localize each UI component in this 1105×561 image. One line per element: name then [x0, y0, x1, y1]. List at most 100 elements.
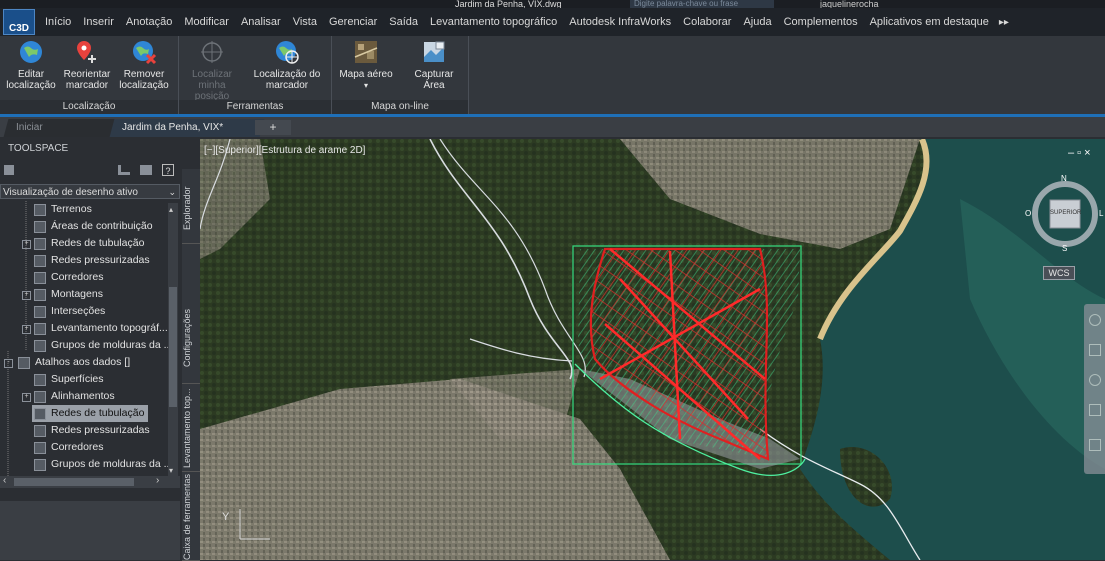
- app-logo[interactable]: C3D: [3, 9, 35, 35]
- navigation-bar[interactable]: [1084, 304, 1105, 474]
- showmotion-icon[interactable]: [1089, 439, 1101, 451]
- reorientar-marcador-button[interactable]: Reorientar marcador: [62, 38, 112, 91]
- tree-item[interactable]: Terrenos: [32, 201, 96, 218]
- menu-bar: C3D Início Inserir Anotação Modificar An…: [0, 8, 1105, 36]
- tree-item-label: Grupos de molduras da ...: [51, 458, 173, 470]
- toolspace-options-icon[interactable]: [4, 165, 14, 175]
- tab-configuracoes[interactable]: Configurações: [182, 293, 200, 384]
- viewcube[interactable]: SUPERIOR N S L O: [1025, 174, 1105, 254]
- ribbon-group-label: Ferramentas: [179, 100, 331, 114]
- tree-item[interactable]: Corredores: [32, 269, 108, 286]
- tab-caixa-de-ferramentas[interactable]: Caixa de ferramentas: [182, 473, 200, 561]
- tree-item[interactable]: Corredores: [32, 439, 108, 456]
- tree-vertical-scrollbar[interactable]: ▴ ▾: [168, 203, 178, 477]
- ribbon: Editar localização Reorientar marcador R…: [0, 36, 1105, 117]
- tree-node-icon: [34, 339, 46, 352]
- tree-item[interactable]: Redes de tubulação: [32, 235, 148, 252]
- zoom-icon[interactable]: [1089, 374, 1101, 386]
- add-tab-button[interactable]: +: [255, 120, 291, 135]
- tree-item[interactable]: Áreas de contribuição: [32, 218, 157, 235]
- menu-complementos[interactable]: Complementos: [784, 16, 858, 28]
- localizar-minha-posicao-button[interactable]: Localizar minha posição: [181, 38, 243, 102]
- tree-item[interactable]: Alinhamentos: [32, 388, 119, 405]
- tree-node-icon: [34, 390, 46, 403]
- tree-horizontal-scrollbar[interactable]: ‹ ›: [0, 475, 180, 488]
- menu-anotacao[interactable]: Anotação: [126, 16, 172, 28]
- expand-icon[interactable]: +: [22, 240, 31, 249]
- menu-gerenciar[interactable]: Gerenciar: [329, 16, 377, 28]
- expand-icon[interactable]: +: [22, 393, 31, 402]
- tree-item[interactable]: Interseções: [32, 303, 109, 320]
- tree-item[interactable]: Grupos de molduras da ...: [32, 456, 176, 473]
- tab-iniciar[interactable]: Iniciar: [3, 119, 124, 137]
- tree-item-label: Superfícies: [51, 373, 104, 385]
- expand-icon[interactable]: +: [22, 325, 31, 334]
- localizacao-do-marcador-button[interactable]: Localização do marcador: [247, 38, 327, 91]
- tree-item[interactable]: Montagens: [32, 286, 107, 303]
- menu-vista[interactable]: Vista: [293, 16, 317, 28]
- menu-saida[interactable]: Saída: [389, 16, 418, 28]
- tree-item-label: Levantamento topográf...: [51, 322, 168, 334]
- ribbon-group-mapa-online: Mapa aéreo ▾ Capturar Área Mapa on-line: [332, 36, 469, 114]
- help-icon[interactable]: ?: [162, 164, 174, 176]
- document-tabs: Iniciar Jardim da Penha, VIX* +: [0, 117, 1105, 137]
- ribbon-group-label: Localização: [0, 100, 178, 114]
- tree-item[interactable]: Levantamento topográf...: [32, 320, 172, 337]
- menu-inserir[interactable]: Inserir: [83, 16, 114, 28]
- collapse-icon[interactable]: -: [4, 359, 13, 368]
- tab-jardim-da-penha[interactable]: Jardim da Penha, VIX*: [109, 119, 265, 137]
- chevron-down-icon: ⌄: [168, 187, 176, 197]
- steering-wheel-icon[interactable]: [1089, 314, 1101, 326]
- tree-view-icon[interactable]: [118, 165, 130, 175]
- toolspace-side-tabs: Explorador Configurações Levantamento to…: [182, 169, 200, 561]
- tab-explorador[interactable]: Explorador: [182, 173, 200, 244]
- tree-item[interactable]: Atalhos aos dados []: [16, 354, 134, 371]
- tree-node-icon: [34, 237, 46, 250]
- tab-levantamento[interactable]: Levantamento top...: [182, 385, 200, 472]
- menu-ajuda[interactable]: Ajuda: [743, 16, 771, 28]
- tree-item-label: Redes de tubulação: [51, 237, 145, 249]
- globe-remove-icon: [130, 38, 158, 66]
- remover-localizacao-button[interactable]: Remover localização: [116, 38, 172, 91]
- viewport-window-controls[interactable]: – ▫ ×: [1068, 147, 1091, 159]
- menu-modificar[interactable]: Modificar: [184, 16, 229, 28]
- orbit-icon[interactable]: [1089, 404, 1101, 416]
- editar-localizacao-button[interactable]: Editar localização: [6, 38, 56, 91]
- scroll-down-icon[interactable]: ▾: [169, 466, 173, 475]
- pan-icon[interactable]: [1089, 344, 1101, 356]
- dropdown-arrow-icon: ▾: [363, 81, 368, 90]
- list-view-icon[interactable]: [140, 165, 152, 175]
- menu-infraworks[interactable]: Autodesk InfraWorks: [569, 16, 671, 28]
- menu-inicio[interactable]: Início: [45, 16, 71, 28]
- tree-item[interactable]: Redes pressurizadas: [32, 422, 154, 439]
- viewport-controls-label[interactable]: [−][Superior][Estrutura de arame 2D]: [204, 145, 365, 156]
- marker-reorient-icon: [73, 38, 101, 66]
- scrollbar-thumb[interactable]: [169, 287, 177, 407]
- menu-colaborar[interactable]: Colaborar: [683, 16, 731, 28]
- drawing-view-dropdown[interactable]: Visualização de desenho ativo ⌄: [0, 184, 180, 199]
- wcs-menu[interactable]: WCS: [1043, 266, 1075, 280]
- compass-south: S: [1062, 244, 1068, 253]
- scroll-left-icon[interactable]: ‹: [3, 475, 6, 486]
- toolspace-detail-pane: [0, 501, 180, 560]
- compass-west: O: [1025, 209, 1032, 218]
- menu-aplicativos[interactable]: Aplicativos em destaque: [870, 16, 989, 28]
- capture-area-icon: [420, 38, 448, 66]
- search-input[interactable]: Digite palavra-chave ou frase: [630, 0, 774, 8]
- tree-item[interactable]: Redes pressurizadas: [32, 252, 154, 269]
- tree-item[interactable]: Redes de tubulação: [32, 405, 149, 422]
- drawing-viewport[interactable]: [−][Superior][Estrutura de arame 2D] Y –…: [200, 139, 1105, 560]
- tree-item[interactable]: Grupos de molduras da ...: [32, 337, 176, 354]
- scroll-right-icon[interactable]: ›: [156, 475, 159, 486]
- menu-analisar[interactable]: Analisar: [241, 16, 281, 28]
- scrollbar-thumb[interactable]: [14, 478, 134, 486]
- scroll-up-icon[interactable]: ▴: [169, 205, 173, 214]
- tree-item[interactable]: Superfícies: [32, 371, 108, 388]
- viewcube-face[interactable]: SUPERIOR: [1050, 210, 1081, 216]
- expand-icon[interactable]: +: [22, 291, 31, 300]
- tree-node-icon: [18, 356, 30, 369]
- capturar-area-button[interactable]: Capturar Área: [404, 38, 464, 91]
- menu-more-icon[interactable]: ▸▸: [999, 17, 1009, 28]
- menu-levantamento[interactable]: Levantamento topográfico: [430, 16, 557, 28]
- mapa-aereo-button[interactable]: Mapa aéreo ▾: [336, 38, 396, 91]
